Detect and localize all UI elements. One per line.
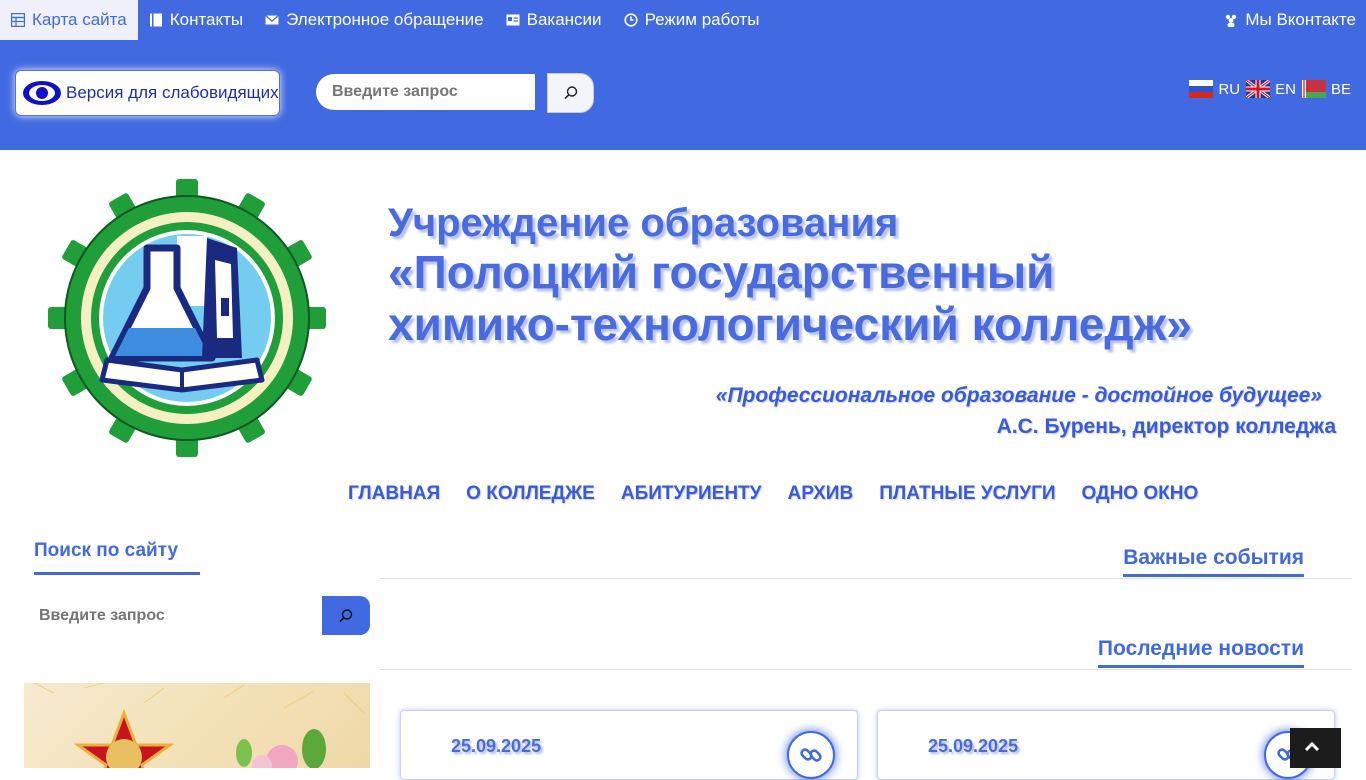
nav-paid-services[interactable]: ПЛАТНЫЕ УСЛУГИ [879, 483, 1055, 505]
topnav-contacts[interactable]: Контакты [138, 0, 254, 40]
topnav-contacts-label: Контакты [169, 10, 244, 29]
book-icon [149, 13, 162, 27]
news-card[interactable]: 25.09.2025 [400, 710, 858, 780]
lang-be-label: BE [1330, 80, 1351, 98]
lang-en[interactable]: EN [1246, 80, 1296, 98]
latest-news-divider [380, 669, 1352, 670]
nav-archive[interactable]: АРХИВ [787, 483, 853, 505]
users-icon [1226, 14, 1237, 27]
envelope-icon [265, 15, 280, 25]
red-star-icon [33, 683, 365, 768]
nav-one-window[interactable]: ОДНО ОКНО [1082, 483, 1199, 505]
sidebar-search-button[interactable] [322, 596, 370, 635]
news-card[interactable]: 25.09.2025 [877, 710, 1335, 780]
flag-be-icon [1301, 80, 1326, 98]
latest-news-heading: Последние новости [1097, 637, 1304, 668]
lang-en-label: EN [1275, 80, 1296, 98]
title-line-3: химико-технологический колледж» [388, 298, 1192, 350]
topnav-appeal[interactable]: Электронное обращение [254, 0, 494, 40]
link-icon [800, 748, 822, 762]
topnav-appeal-label: Электронное обращение [286, 10, 484, 29]
sidebar-search-title: Поиск по сайту [34, 540, 200, 575]
news-date: 25.09.2025 [451, 736, 542, 756]
eye-icon [23, 81, 61, 105]
motto-author: А.С. Бурень, директор колледжа [996, 415, 1336, 438]
important-events-divider [380, 578, 1352, 579]
holiday-banner[interactable] [24, 683, 370, 768]
search-icon [563, 86, 577, 100]
main-navigation: ГЛАВНАЯ О КОЛЛЕДЖЕ АБИТУРИЕНТУ АРХИВ ПЛА… [348, 483, 1224, 505]
vk-link[interactable]: Мы Вконтакте [1224, 0, 1356, 40]
header-search-button[interactable] [547, 73, 594, 113]
language-switcher: RU EN BE [1183, 80, 1351, 98]
site-title: Учреждение образования «Полоцкий государ… [388, 200, 1192, 350]
topnav-schedule-label: Режим работы [644, 10, 760, 29]
header-search-input[interactable] [332, 83, 535, 101]
nav-home[interactable]: ГЛАВНАЯ [348, 483, 440, 505]
important-events-heading: Важные события [1123, 546, 1304, 577]
lang-ru-label: RU [1218, 80, 1241, 98]
sitemap-icon [11, 13, 25, 27]
topnav-sitemap-label: Карта сайта [32, 10, 127, 29]
flag-ru-icon [1189, 80, 1214, 98]
header-search-field[interactable] [316, 74, 535, 110]
sidebar-search-field[interactable] [24, 597, 324, 635]
nav-applicants[interactable]: АБИТУРИЕНТУ [621, 483, 762, 505]
low-vision-button[interactable]: Версия для слабовидящих [15, 70, 280, 116]
college-logo [48, 179, 326, 457]
top-navigation: Карта сайта Контакты Электронное обращен… [0, 0, 770, 40]
title-line-1: Учреждение образования [388, 201, 899, 245]
vk-label: Мы Вконтакте [1245, 10, 1356, 29]
scroll-to-top-button[interactable] [1290, 728, 1341, 768]
lang-be[interactable]: BE [1301, 80, 1351, 98]
topnav-vacancies[interactable]: Вакансии [495, 0, 613, 40]
topnav-vacancies-label: Вакансии [526, 10, 602, 29]
title-line-2: «Полоцкий государственный [388, 246, 1055, 298]
search-icon [339, 608, 353, 622]
header-bar: Карта сайта Контакты Электронное обращен… [0, 0, 1366, 150]
motto-block: «Профессиональное образование - достойно… [716, 380, 1336, 442]
clock-icon [623, 13, 638, 27]
news-link-button[interactable] [787, 731, 835, 779]
topnav-schedule[interactable]: Режим работы [613, 0, 771, 40]
topnav-sitemap[interactable]: Карта сайта [0, 0, 138, 40]
sidebar-search-input[interactable] [39, 607, 324, 625]
arrow-up-icon [1304, 741, 1320, 752]
low-vision-label: Версия для слабовидящих [66, 83, 279, 102]
flag-en-icon [1246, 80, 1271, 98]
news-date: 25.09.2025 [928, 736, 1019, 756]
lang-ru[interactable]: RU [1189, 80, 1240, 98]
nav-about[interactable]: О КОЛЛЕДЖЕ [466, 483, 595, 505]
id-card-icon [506, 14, 520, 26]
motto-quote: «Профессиональное образование - достойно… [715, 384, 1322, 407]
